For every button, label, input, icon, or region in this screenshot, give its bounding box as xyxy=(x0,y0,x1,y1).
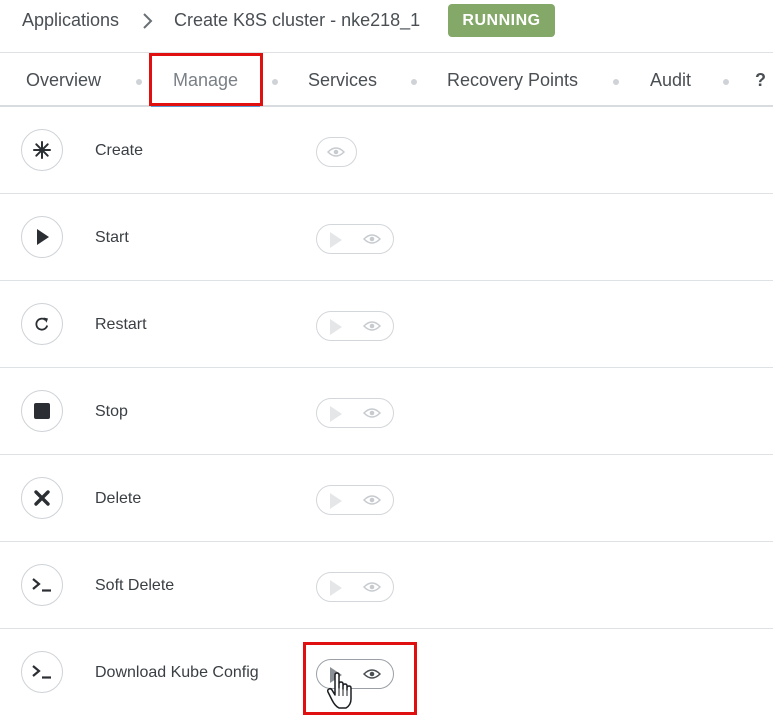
eye-icon xyxy=(327,147,345,157)
action-label: Create xyxy=(95,142,144,159)
action-row-start: Start xyxy=(0,194,773,281)
run-play-icon[interactable] xyxy=(329,232,343,248)
breadcrumb-applications-link[interactable]: Applications xyxy=(22,10,119,31)
status-badge: RUNNING xyxy=(448,4,555,37)
hand-cursor-icon xyxy=(326,672,352,709)
action-label: Delete xyxy=(95,490,142,507)
action-label: Download Kube Config xyxy=(95,664,259,681)
action-row-download-kube-config: Download Kube Config xyxy=(0,629,773,716)
action-row-stop: Stop xyxy=(0,368,773,455)
eye-icon[interactable] xyxy=(363,320,381,332)
play-icon xyxy=(21,216,63,258)
action-row-soft-delete: Soft Delete xyxy=(0,542,773,629)
tab-separator-dot xyxy=(613,79,619,85)
action-row-create: Create xyxy=(0,107,773,194)
terminal-icon xyxy=(21,564,63,606)
run-view-pill xyxy=(316,485,394,515)
run-view-pill xyxy=(316,572,394,602)
action-label: Start xyxy=(95,229,129,246)
tab-services[interactable]: Services xyxy=(308,70,377,91)
eye-icon[interactable] xyxy=(363,494,381,506)
action-row-delete: Delete xyxy=(0,455,773,542)
action-row-restart: Restart xyxy=(0,281,773,368)
tab-separator-dot xyxy=(136,79,142,85)
run-view-pill xyxy=(316,224,394,254)
run-view-pill xyxy=(316,398,394,428)
run-play-icon[interactable] xyxy=(329,406,343,422)
view-button[interactable] xyxy=(316,137,357,167)
eye-icon[interactable] xyxy=(363,407,381,419)
eye-icon[interactable] xyxy=(363,233,381,245)
breadcrumb: Applications Create K8S cluster - nke218… xyxy=(0,0,773,52)
action-label: Soft Delete xyxy=(95,577,175,594)
action-label: Stop xyxy=(95,403,128,420)
run-play-icon[interactable] xyxy=(329,580,343,596)
stop-icon xyxy=(21,390,63,432)
tab-separator-dot xyxy=(411,79,417,85)
page-title: Create K8S cluster - nke218_1 xyxy=(174,10,421,30)
tab-separator-dot xyxy=(272,79,278,85)
eye-icon[interactable] xyxy=(363,581,381,593)
run-view-pill xyxy=(316,311,394,341)
run-play-icon[interactable] xyxy=(329,493,343,509)
tab-manage[interactable]: Manage xyxy=(173,70,238,91)
x-icon xyxy=(21,477,63,519)
eye-icon[interactable] xyxy=(363,668,381,680)
asterisk-icon xyxy=(21,129,63,171)
tab-recovery-points[interactable]: Recovery Points xyxy=(447,70,578,91)
help-tab[interactable]: ? xyxy=(755,70,766,91)
tab-audit[interactable]: Audit xyxy=(650,70,691,91)
tab-overview[interactable]: Overview xyxy=(26,70,101,91)
tab-bar: Overview Manage Services Recovery Points… xyxy=(0,53,773,107)
run-play-icon[interactable] xyxy=(329,319,343,335)
action-label: Restart xyxy=(95,316,147,333)
terminal-icon xyxy=(21,651,63,693)
tab-separator-dot xyxy=(723,79,729,85)
chevron-right-icon xyxy=(143,13,153,29)
restart-icon xyxy=(21,303,63,345)
